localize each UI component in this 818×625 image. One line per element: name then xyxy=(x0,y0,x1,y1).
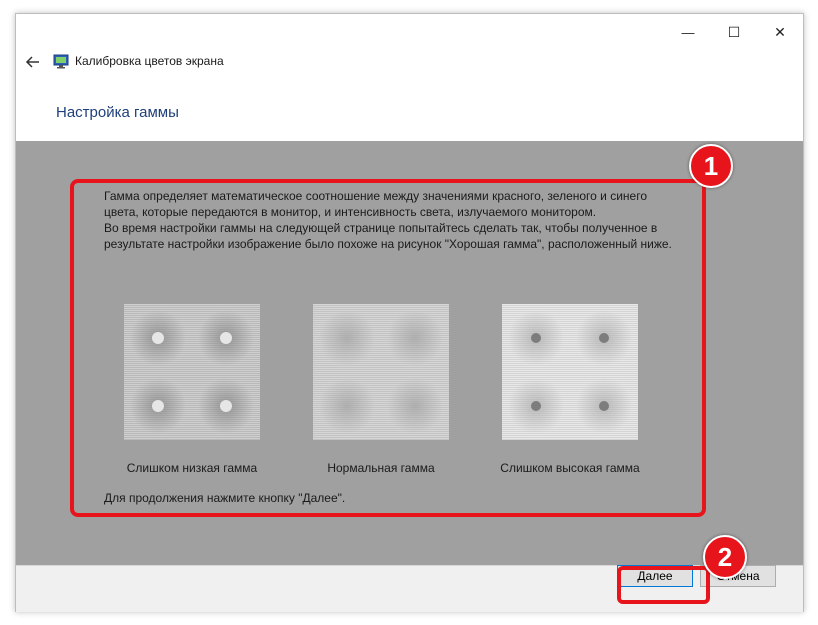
maximize-icon: ☐ xyxy=(727,23,741,40)
minimize-button[interactable]: — xyxy=(665,14,711,50)
close-button[interactable]: ✕ xyxy=(757,14,803,50)
monitor-icon xyxy=(53,54,69,69)
title-bar: Калибровка цветов экрана xyxy=(16,50,803,74)
minimize-icon: — xyxy=(681,24,695,40)
step-badge-1: 1 xyxy=(689,144,733,188)
close-icon: ✕ xyxy=(774,23,786,40)
window-title: Калибровка цветов экрана xyxy=(75,54,224,68)
window-controls: — ☐ ✕ xyxy=(665,14,803,50)
step-badge-2: 2 xyxy=(703,535,747,579)
page-heading: Настройка гаммы xyxy=(56,104,179,121)
next-button-highlight-frame xyxy=(617,566,710,604)
content-highlight-frame xyxy=(70,179,706,517)
back-arrow-icon[interactable] xyxy=(24,53,42,71)
maximize-button[interactable]: ☐ xyxy=(711,14,757,50)
